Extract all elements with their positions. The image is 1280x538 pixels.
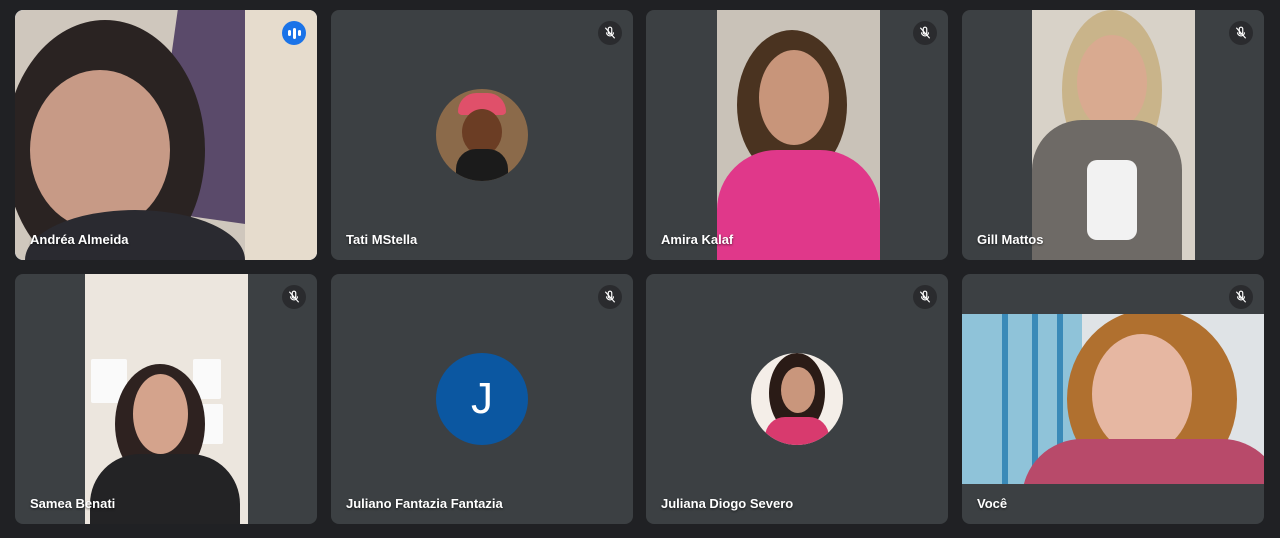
participant-name: Amira Kalaf (661, 232, 734, 247)
participant-tile-juliana-diogo-severo[interactable]: Juliana Diogo Severo (646, 274, 948, 524)
mic-off-icon (598, 285, 622, 309)
avatar: J (436, 353, 528, 445)
mic-off-icon (913, 285, 937, 309)
participant-tile-juliano-fantazia[interactable]: J Juliano Fantazia Fantazia (331, 274, 633, 524)
avatar (436, 89, 528, 181)
participant-name: Gill Mattos (977, 232, 1044, 247)
participant-tile-samea-benati[interactable]: Samea Benati (15, 274, 317, 524)
participant-tile-self[interactable]: Você (962, 274, 1264, 524)
participant-tile-andrea-almeida[interactable]: Andréa Almeida (15, 10, 317, 260)
participant-video (1032, 10, 1195, 260)
participant-video (717, 10, 880, 260)
mic-off-icon (1229, 285, 1253, 309)
participant-tile-gill-mattos[interactable]: Gill Mattos (962, 10, 1264, 260)
participant-name: Você (977, 496, 1008, 511)
participant-tile-amira-kalaf[interactable]: Amira Kalaf (646, 10, 948, 260)
participant-video (15, 10, 317, 260)
mic-off-icon (1229, 21, 1253, 45)
mic-off-icon (282, 285, 306, 309)
participant-name: Tati MStella (346, 232, 418, 247)
mic-off-icon (913, 21, 937, 45)
participant-video (85, 274, 248, 524)
avatar (751, 353, 843, 445)
participant-name: Andréa Almeida (30, 232, 129, 247)
participant-name: Juliana Diogo Severo (661, 496, 794, 511)
mic-off-icon (598, 21, 622, 45)
participant-grid: Andréa Almeida Tati MStella Amira Kalaf (0, 0, 1280, 538)
audio-level-icon (282, 21, 306, 45)
participant-tile-tati-mstella[interactable]: Tati MStella (331, 10, 633, 260)
participant-video (962, 314, 1264, 484)
participant-name: Samea Benati (30, 496, 116, 511)
participant-name: Juliano Fantazia Fantazia (346, 496, 503, 511)
